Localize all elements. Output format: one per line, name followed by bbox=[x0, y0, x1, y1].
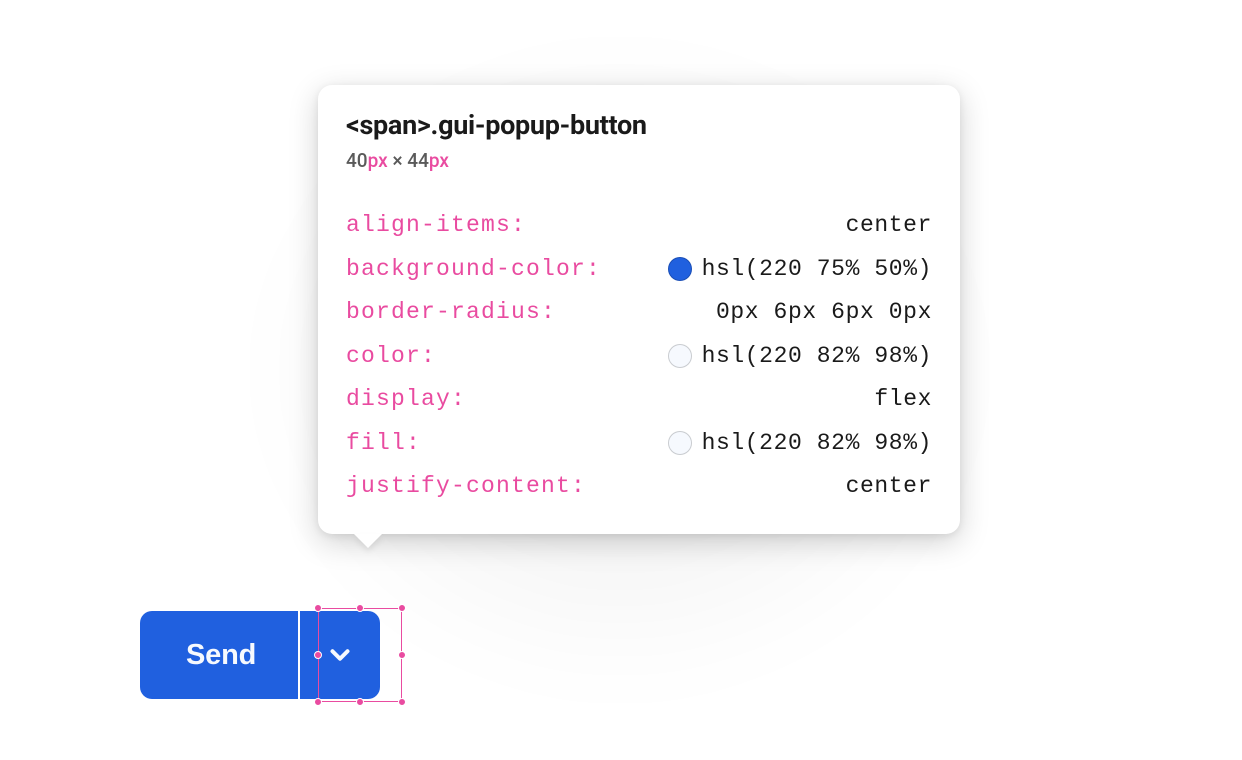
resize-handle[interactable] bbox=[356, 698, 364, 706]
prop-value-text: hsl(220 82% 98%) bbox=[702, 345, 932, 368]
dim-width-unit: px bbox=[368, 149, 388, 172]
prop-name: align-items: bbox=[346, 214, 526, 237]
dim-width: 40 bbox=[346, 149, 368, 172]
chevron-down-icon bbox=[325, 640, 355, 670]
prop-name: display: bbox=[346, 388, 466, 411]
css-prop-row: display: flex bbox=[346, 378, 932, 421]
css-prop-row: fill: hsl(220 82% 98%) bbox=[346, 421, 932, 465]
prop-value-text: hsl(220 75% 50%) bbox=[702, 258, 932, 281]
css-prop-row: align-items: center bbox=[346, 204, 932, 247]
resize-handle[interactable] bbox=[398, 651, 406, 659]
prop-value-text: flex bbox=[874, 388, 932, 411]
dim-height-unit: px bbox=[429, 149, 449, 172]
element-dimensions: 40px × 44px bbox=[346, 149, 932, 172]
prop-value-text: 0px 6px 6px 0px bbox=[716, 301, 932, 324]
prop-value-text: center bbox=[846, 214, 932, 237]
resize-handle[interactable] bbox=[398, 604, 406, 612]
css-prop-row: border-radius: 0px 6px 6px 0px bbox=[346, 291, 932, 334]
css-properties-list: align-items: center background-color: hs… bbox=[346, 204, 932, 508]
dim-height: 44 bbox=[407, 149, 429, 172]
prop-name: border-radius: bbox=[346, 301, 556, 324]
prop-name: background-color: bbox=[346, 258, 601, 281]
prop-name: fill: bbox=[346, 432, 421, 455]
prop-value-text: hsl(220 82% 98%) bbox=[702, 432, 932, 455]
prop-value: hsl(220 82% 98%) bbox=[668, 344, 932, 368]
prop-value: 0px 6px 6px 0px bbox=[716, 301, 932, 324]
prop-value: flex bbox=[874, 388, 932, 411]
prop-value: hsl(220 82% 98%) bbox=[668, 431, 932, 455]
color-swatch bbox=[668, 431, 692, 455]
resize-handle[interactable] bbox=[398, 698, 406, 706]
element-selector: <span>.gui-popup-button bbox=[346, 109, 932, 141]
dim-separator: × bbox=[388, 149, 408, 172]
gui-popup-button[interactable] bbox=[300, 611, 380, 699]
split-button-group: Send bbox=[140, 611, 380, 699]
color-swatch bbox=[668, 257, 692, 281]
prop-value: center bbox=[846, 475, 932, 498]
css-prop-row: justify-content: center bbox=[346, 465, 932, 508]
send-button-label: Send bbox=[186, 639, 256, 672]
prop-value: center bbox=[846, 214, 932, 237]
prop-name: color: bbox=[346, 345, 436, 368]
devtools-styles-tooltip: <span>.gui-popup-button 40px × 44px alig… bbox=[318, 85, 960, 534]
color-swatch bbox=[668, 344, 692, 368]
resize-handle[interactable] bbox=[314, 698, 322, 706]
prop-value-text: center bbox=[846, 475, 932, 498]
css-prop-row: color: hsl(220 82% 98%) bbox=[346, 334, 932, 378]
css-prop-row: background-color: hsl(220 75% 50%) bbox=[346, 247, 932, 291]
send-button[interactable]: Send bbox=[140, 611, 298, 699]
prop-name: justify-content: bbox=[346, 475, 586, 498]
prop-value: hsl(220 75% 50%) bbox=[668, 257, 932, 281]
